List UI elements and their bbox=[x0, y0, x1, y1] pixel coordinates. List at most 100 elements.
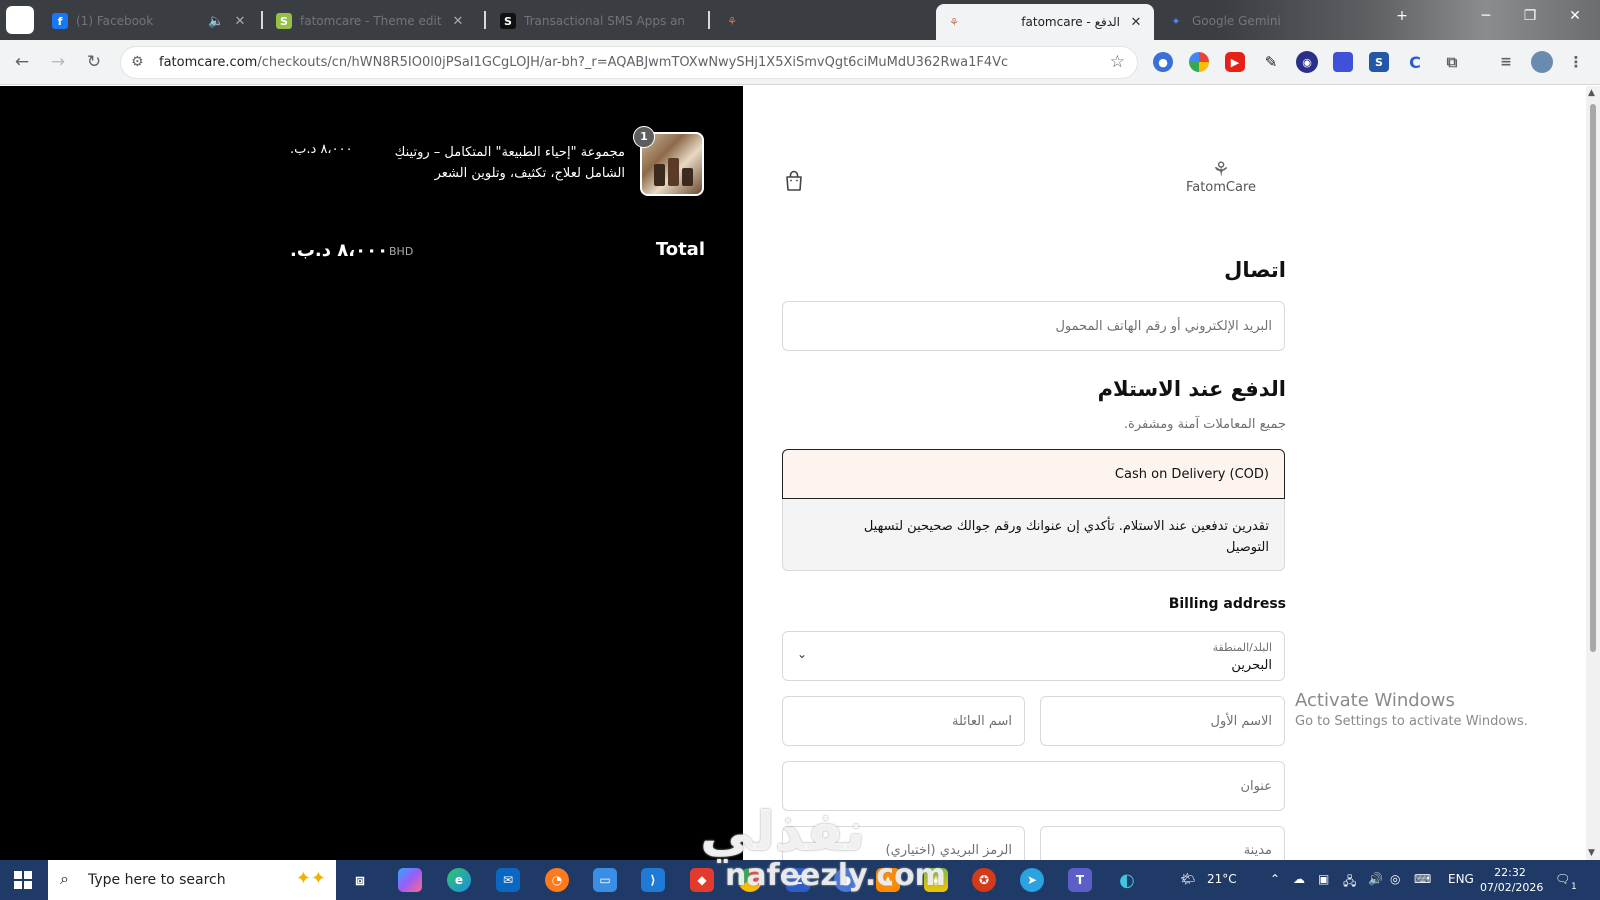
restore-icon[interactable]: ❐ bbox=[1518, 8, 1542, 24]
email-or-phone-input[interactable]: البريد الإلكتروني أو رقم الهاتف المحمول bbox=[782, 301, 1285, 351]
app-emblem-icon[interactable]: ✪ bbox=[972, 868, 996, 892]
last-name-placeholder: اسم العائلة bbox=[952, 714, 1012, 729]
close-icon[interactable]: ✕ bbox=[232, 14, 248, 29]
search-icon: ⌕ bbox=[60, 869, 69, 888]
tab-theme-editor[interactable]: S fatomcare - Theme editor ✕ bbox=[266, 6, 476, 36]
extension-s-icon[interactable]: S bbox=[1369, 52, 1389, 72]
country-select[interactable]: البلد/المنطقة البحرين ⌄ bbox=[782, 631, 1285, 681]
activate-windows-subtitle: Go to Settings to activate Windows. bbox=[1295, 714, 1528, 729]
browser-tab-strip: f (1) Facebook 🔈 ✕ S fatomcare - Theme e… bbox=[0, 0, 1600, 40]
language-indicator[interactable]: ENG bbox=[1448, 872, 1474, 886]
weather-icon[interactable]: 🌤 bbox=[1180, 872, 1195, 886]
close-icon[interactable]: ✕ bbox=[450, 14, 466, 29]
fatomcare-favicon-icon: ⚘ bbox=[949, 15, 959, 29]
app-wave-icon[interactable]: ◐ bbox=[1115, 868, 1139, 892]
firefox-icon[interactable]: ◔ bbox=[545, 868, 569, 892]
cod-payment-option[interactable]: Cash on Delivery (COD) bbox=[782, 449, 1285, 499]
shopify-icon: S bbox=[276, 13, 292, 29]
telegram-icon[interactable]: ➤ bbox=[1020, 868, 1044, 892]
close-icon[interactable]: ✕ bbox=[1128, 15, 1144, 30]
extension-chrome-icon[interactable]: ● bbox=[1153, 52, 1173, 72]
scrollbar-thumb[interactable] bbox=[1590, 104, 1596, 652]
gemini-icon: ✦ bbox=[1171, 14, 1181, 28]
menu-kebab-icon[interactable]: ⋮ bbox=[1566, 52, 1586, 72]
edge-icon[interactable]: e bbox=[447, 868, 471, 892]
clock-date: 07/02/2026 bbox=[1480, 881, 1544, 894]
taskbar-clock[interactable]: 22:32 07/02/2026 bbox=[1480, 865, 1544, 895]
country-label: البلد/المنطقة bbox=[1212, 641, 1272, 654]
taskbar-search-box[interactable]: ⌕ Type here to search ✦✦ bbox=[48, 860, 336, 900]
city-input[interactable]: مدينة bbox=[1040, 826, 1285, 860]
total-currency: BHD bbox=[389, 245, 414, 258]
extension-eyedropper-icon[interactable]: ✎ bbox=[1261, 52, 1281, 72]
first-name-input[interactable]: الاسم الأول bbox=[1040, 696, 1285, 746]
bookmark-star-icon[interactable]: ☆ bbox=[1110, 52, 1125, 72]
extension-c-icon[interactable]: C bbox=[1405, 52, 1425, 72]
network-icon[interactable]: 🖧 bbox=[1343, 872, 1356, 893]
notification-icon[interactable]: 🗨 bbox=[1555, 872, 1570, 886]
site-settings-icon[interactable]: ⚙ bbox=[131, 54, 144, 70]
teams-icon[interactable]: T bbox=[1068, 868, 1092, 892]
weather-temperature[interactable]: 21°C bbox=[1207, 872, 1237, 886]
tab-separator bbox=[484, 11, 486, 29]
forward-icon[interactable]: → bbox=[46, 50, 70, 74]
shopping-bag-icon[interactable] bbox=[784, 170, 804, 192]
extension-colorful-icon[interactable] bbox=[1189, 52, 1209, 72]
extensions-puzzle-icon[interactable]: ⧉ bbox=[1442, 52, 1462, 72]
address-bar[interactable]: ⚙ fatomcare.com/checkouts/cn/hWN8R5IO0l0… bbox=[120, 46, 1138, 79]
cod-description-text: تقدرين تدفعين عند الاستلام. تأكدي إن عنو… bbox=[863, 519, 1269, 555]
tab-facebook[interactable]: f (1) Facebook 🔈 ✕ bbox=[42, 6, 258, 36]
browser-profile-icon[interactable] bbox=[6, 6, 34, 34]
speaker-icon[interactable]: 🔈 bbox=[208, 14, 224, 29]
windows-start-icon[interactable] bbox=[14, 871, 32, 889]
last-name-input[interactable]: اسم العائلة bbox=[782, 696, 1025, 746]
page-scrollbar[interactable]: ▲ ▼ bbox=[1586, 86, 1600, 860]
extension-circle-icon[interactable]: ◉ bbox=[1296, 51, 1318, 73]
anydesk-icon[interactable]: ◆ bbox=[690, 868, 714, 892]
window-close-icon[interactable]: ✕ bbox=[1563, 8, 1587, 24]
profile-avatar-icon[interactable] bbox=[1531, 51, 1553, 73]
browser-toolbar: ← → ↻ ⚙ fatomcare.com/checkouts/cn/hWN8R… bbox=[0, 40, 1600, 85]
cod-description: تقدرين تدفعين عند الاستلام. تأكدي إن عنو… bbox=[782, 499, 1285, 571]
extension-youtube-icon[interactable]: ▶ bbox=[1225, 52, 1245, 72]
cod-label: Cash on Delivery (COD) bbox=[1114, 467, 1269, 482]
volume-icon[interactable]: 🔊 bbox=[1368, 872, 1383, 886]
clock-time: 22:32 bbox=[1494, 866, 1526, 879]
tab-sms-apps[interactable]: S Transactional SMS Apps an bbox=[490, 6, 704, 36]
vscode-icon[interactable]: ⟩ bbox=[641, 868, 665, 892]
nafeezly-watermark-latin: nafeezly.com bbox=[725, 858, 946, 893]
fatomcare-favicon-icon: ⚘ bbox=[727, 14, 737, 28]
notification-count: 1 bbox=[1571, 882, 1577, 892]
minimize-icon[interactable]: ─ bbox=[1474, 8, 1498, 24]
facebook-icon: f bbox=[52, 13, 68, 29]
reload-icon[interactable]: ↻ bbox=[82, 50, 106, 74]
city-placeholder: مدينة bbox=[1243, 843, 1272, 858]
nafeezly-watermark-arabic: نفذلي bbox=[700, 800, 866, 863]
mail-icon[interactable]: ✉ bbox=[496, 868, 520, 892]
copilot-icon[interactable] bbox=[398, 868, 422, 892]
email-placeholder: البريد الإلكتروني أو رقم الهاتف المحمول bbox=[1055, 319, 1272, 334]
file-explorer-icon[interactable]: ▭ bbox=[593, 868, 617, 892]
tab-separator bbox=[708, 11, 710, 29]
media-control-icon[interactable]: ≡ bbox=[1496, 52, 1516, 72]
extension-square-icon[interactable] bbox=[1333, 52, 1353, 72]
tab-fatomcare-other[interactable]: ⚘ bbox=[714, 6, 934, 36]
tab-gemini[interactable]: ✦ Google Gemini bbox=[1158, 6, 1378, 36]
tab-title: fatomcare - الدفع bbox=[1021, 15, 1120, 29]
scroll-down-icon[interactable]: ▼ bbox=[1588, 848, 1595, 858]
tray-chevron-up-icon[interactable]: ⌃ bbox=[1270, 872, 1280, 886]
tab-checkout-active[interactable]: ⚘ fatomcare - الدفع ✕ bbox=[936, 4, 1154, 40]
url-text: fatomcare.com/checkouts/cn/hWN8R5IO0l0jP… bbox=[159, 55, 1009, 70]
task-view-icon[interactable]: ⧈ bbox=[348, 868, 372, 892]
tray-device-icon[interactable]: ▣ bbox=[1318, 872, 1329, 886]
store-logo-name: FatomCare bbox=[1185, 180, 1257, 195]
product-price: ٨،٠٠٠ د.ب. bbox=[290, 142, 353, 157]
scroll-up-icon[interactable]: ▲ bbox=[1588, 88, 1595, 98]
store-logo[interactable]: ⚘ FatomCare bbox=[1181, 159, 1261, 195]
keyboard-icon[interactable]: ⌨ bbox=[1414, 872, 1431, 886]
tray-cloud-icon[interactable]: ☁ bbox=[1293, 872, 1305, 886]
new-tab-icon[interactable]: + bbox=[1390, 8, 1414, 24]
shopify-app-icon: S bbox=[500, 13, 516, 29]
back-icon[interactable]: ← bbox=[10, 50, 34, 74]
tray-location-icon[interactable]: ◎ bbox=[1390, 872, 1400, 886]
